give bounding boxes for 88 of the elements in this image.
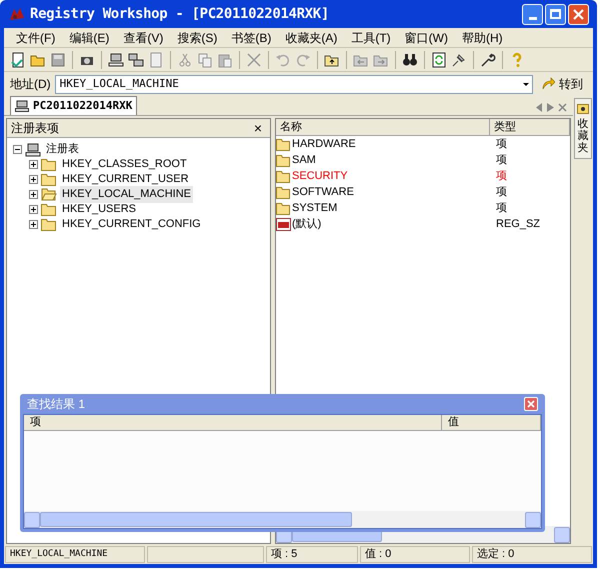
close-icon [573,8,584,20]
scrollbar-right-button[interactable] [525,512,541,528]
save-icon[interactable] [50,52,66,68]
expander-icon[interactable] [29,205,38,214]
folder-icon [276,154,291,166]
pin-icon[interactable] [451,52,467,68]
scrollbar-left-button[interactable] [24,512,40,528]
expander-icon[interactable] [29,190,38,199]
menu-item[interactable]: 搜索(S) [177,28,218,46]
menu-item[interactable]: 书签(B) [231,28,272,46]
close-icon[interactable] [558,103,567,112]
expander-icon[interactable] [13,145,22,154]
maximize-button[interactable] [545,4,566,24]
status-text: HKEY_LOCAL_MACHINE [10,548,108,561]
tree-item[interactable]: 注册表 [44,141,81,158]
folder-icon [41,173,57,186]
table-cell-text: 项 [495,168,508,184]
status-text: 选定 : 0 [477,546,514,562]
computer-icon [25,142,41,156]
column-header[interactable]: 值 [442,415,541,430]
tree-item[interactable]: HKEY_CURRENT_CONFIG [60,216,203,233]
go-button[interactable]: 转到 [537,74,587,94]
tree-item[interactable]: HKEY_LOCAL_MACHINE [60,186,193,203]
computer-icon[interactable] [108,52,124,68]
column-header[interactable]: 项 [24,415,442,430]
binoculars-icon[interactable] [402,52,418,68]
menu-item[interactable]: 文件(F) [16,28,56,46]
value-name[interactable]: SOFTWARE [292,184,354,200]
menu-item[interactable]: 编辑(E) [69,28,110,46]
folder-icon [276,186,291,198]
scrollbar-thumb[interactable] [40,512,352,527]
scissors-icon[interactable] [177,52,193,68]
app-logo-icon [8,6,26,22]
network-computers-icon[interactable] [128,52,144,68]
close-icon [527,400,535,408]
column-header[interactable]: 名称 [276,119,490,135]
tree-item[interactable]: HKEY_USERS [60,201,138,218]
table-cell-text: REG_SZ [495,216,542,232]
expander-icon[interactable] [29,220,38,229]
panel-close-button[interactable]: × [250,121,266,135]
value-name[interactable]: (默认) [292,216,322,232]
status-text: 值 : 0 [365,547,392,562]
right-arrow-icon[interactable] [547,103,554,112]
open-folder-icon [41,188,57,201]
menu-item[interactable]: 帮助(H) [462,28,503,46]
window-title: 查找结果 1 [27,396,86,413]
wrench-icon[interactable] [480,52,496,68]
minimize-button[interactable] [522,4,543,24]
menu-item[interactable]: 窗口(W) [404,28,448,46]
table-cell-text: 项 [495,136,508,152]
left-arrow-icon[interactable] [536,103,543,112]
paste-icon[interactable] [217,52,233,68]
copy-icon[interactable] [197,52,213,68]
computer-icon [15,100,29,112]
tree-item[interactable]: HKEY_CURRENT_USER [60,171,191,188]
expander-icon[interactable] [29,175,38,184]
value-name[interactable]: HARDWARE [292,136,356,152]
expander-icon[interactable] [29,160,38,169]
address-label: 地址(D) [10,76,51,93]
side-tab[interactable]: 收藏夹 [574,98,592,160]
value-name[interactable]: SECURITY [292,168,348,184]
folder-icon [276,170,291,182]
value-name[interactable]: SYSTEM [292,200,338,216]
go-arrow-icon [541,77,555,91]
close-button[interactable] [524,397,538,411]
menu-item[interactable]: 收藏夹(A) [285,28,338,46]
document-tab[interactable]: PC2011022014RXK [10,96,138,115]
folder-icon [41,218,57,231]
table-cell-text: 项 [495,184,508,200]
scrollbar-right-button[interactable] [554,526,570,542]
panel-title: 注册表项 [11,120,59,137]
window-title: Registry Workshop - [PC2011022014RXK] [30,4,329,24]
delete-icon[interactable] [246,52,262,68]
status-text: 项 : 5 [271,547,298,562]
menu-item[interactable]: 工具(T) [351,28,391,46]
folder-icon [41,203,57,216]
close-button[interactable] [568,4,589,24]
refresh-icon[interactable] [431,52,447,68]
table-cell-text: 项 [495,152,508,168]
column-header[interactable]: 类型 [490,119,570,135]
tree-item[interactable]: HKEY_CLASSES_ROOT [60,156,189,173]
menu-item[interactable]: 查看(V) [123,28,164,46]
folder-icon [41,158,57,171]
new-file-icon[interactable] [10,52,26,68]
value-name[interactable]: SAM [292,152,316,168]
address-field[interactable]: HKEY_LOCAL_MACHINE [54,74,533,94]
folder-icon [276,202,291,214]
table-cell-text: 项 [495,200,508,216]
